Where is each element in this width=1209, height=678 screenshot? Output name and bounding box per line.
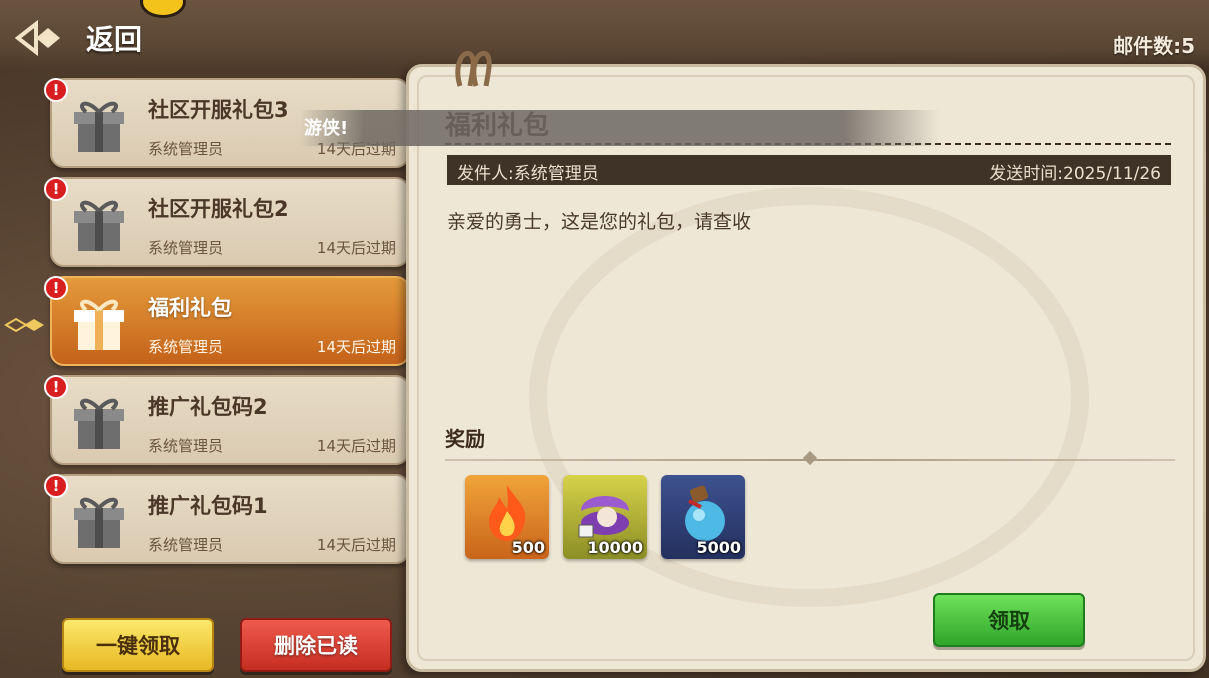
mail-item[interactable]: ! 推广礼包码1 系统管理员 14天后过期 — [44, 474, 410, 564]
potion-icon — [685, 485, 725, 541]
unread-alert-icon: ! — [44, 177, 68, 201]
reward-list: 500 10000 5000 — [465, 475, 745, 559]
mail-count: 邮件数:5 — [1113, 34, 1195, 58]
back-label: 返回 — [86, 23, 143, 56]
gift-icon — [74, 299, 124, 350]
delete-read-button[interactable]: 删除已读 — [240, 618, 392, 672]
mail-title: 社区开服礼包2 — [148, 197, 289, 221]
claim-all-button[interactable]: 一键领取 — [62, 618, 214, 672]
reward-item[interactable]: 10000 — [563, 475, 647, 559]
reward-label: 奖励 — [445, 427, 485, 451]
mail-sender: 系统管理员 — [148, 140, 224, 158]
mail-title: 社区开服礼包3 — [148, 98, 289, 122]
unread-alert-icon: ! — [44, 375, 68, 399]
reward-item[interactable]: 500 — [465, 475, 549, 559]
mail-expire: 14天后过期 — [316, 140, 396, 158]
mail-item[interactable]: ! 推广礼包码2 系统管理员 14天后过期 — [44, 375, 410, 465]
mail-item[interactable]: ! 社区开服礼包2 系统管理员 14天后过期 — [44, 177, 410, 267]
reward-item[interactable]: 5000 — [661, 475, 745, 559]
gift-icon — [74, 497, 124, 548]
mail-expire: 14天后过期 — [316, 536, 396, 554]
reward-quantity: 10000 — [587, 538, 643, 557]
mail-body-text: 亲爱的勇士，这是您的礼包，请查收 — [447, 211, 752, 233]
mail-expire: 14天后过期 — [316, 239, 396, 257]
mail-detail-panel: 福利礼包 发件人:系统管理员 发送时间:2025/11/26 亲爱的勇士，这是您… — [406, 64, 1206, 672]
gift-icon — [74, 101, 124, 152]
gift-icon — [74, 398, 124, 449]
unread-alert-icon: ! — [44, 474, 68, 498]
mail-list: ! 社区开服礼包3 系统管理员 14天后过期 ! 社区开服礼包2 系统管理员 1… — [44, 78, 410, 573]
reward-quantity: 5000 — [696, 538, 741, 557]
mail-title: 推广礼包码2 — [148, 395, 268, 419]
mail-sender: 系统管理员 — [148, 239, 224, 257]
detail-title: 福利礼包 — [445, 111, 550, 141]
mail-item-selected[interactable]: ! 福利礼包 系统管理员 14天后过期 — [44, 276, 410, 366]
unread-alert-icon: ! — [44, 78, 68, 102]
back-arrow-icon — [14, 18, 70, 58]
mail-sender: 系统管理员 — [148, 437, 224, 455]
pearl-shell-icon — [578, 496, 629, 538]
mail-expire: 14天后过期 — [316, 437, 396, 455]
mail-sender: 系统管理员 — [148, 536, 224, 554]
flame-icon — [489, 485, 526, 541]
meta-bar: 发件人:系统管理员 发送时间:2025/11/26 — [447, 155, 1171, 185]
mail-item[interactable]: ! 社区开服礼包3 系统管理员 14天后过期 — [44, 78, 410, 168]
unread-alert-icon: ! — [44, 276, 68, 300]
mail-title: 福利礼包 — [148, 296, 232, 320]
reward-quantity: 500 — [511, 538, 545, 557]
mail-title: 推广礼包码1 — [148, 494, 268, 518]
mail-expire: 14天后过期 — [316, 338, 396, 356]
back-button[interactable]: 返回 — [14, 16, 174, 60]
mail-sender: 系统管理员 — [148, 338, 224, 356]
top-bar: 返回 邮件数:5 — [0, 0, 1209, 70]
detail-sender: 发件人:系统管理员 — [457, 164, 599, 184]
selection-marker-icon — [4, 317, 44, 333]
claim-button[interactable]: 领取 — [933, 593, 1085, 647]
detail-sent-time: 发送时间:2025/11/26 — [989, 164, 1161, 184]
title-divider — [445, 143, 1171, 145]
gift-icon — [74, 200, 124, 251]
paper-clip-icon — [455, 50, 492, 87]
